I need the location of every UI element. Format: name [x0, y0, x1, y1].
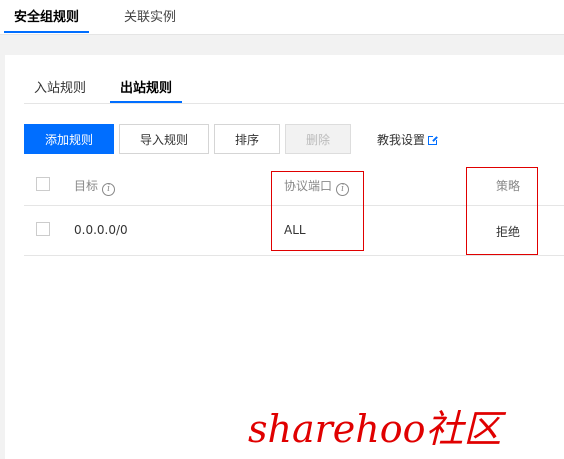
- tab-inbound-rules[interactable]: 入站规则: [34, 77, 86, 96]
- delete-button: 删除: [285, 124, 351, 154]
- rule-direction-tabs: 入站规则 出站规则: [24, 55, 564, 104]
- import-rules-button[interactable]: 导入规则: [119, 124, 209, 154]
- tab-outbound-rules[interactable]: 出站规则: [109, 77, 183, 103]
- select-all-checkbox[interactable]: [36, 177, 50, 191]
- column-header-target: 目标 i: [74, 177, 116, 196]
- tab-associated-instances[interactable]: 关联实例: [124, 0, 176, 33]
- help-setup-label: 教我设置: [377, 133, 426, 147]
- sort-button[interactable]: 排序: [214, 124, 280, 154]
- highlight-box-policy: [466, 167, 538, 255]
- row-checkbox[interactable]: [36, 222, 50, 236]
- watermark: sharehoo社区: [248, 407, 502, 451]
- help-setup-link[interactable]: 教我设置: [377, 131, 439, 148]
- add-rule-button[interactable]: 添加规则: [24, 124, 114, 154]
- tab-security-group-rules[interactable]: 安全组规则: [3, 0, 90, 33]
- column-header-target-label: 目标: [74, 179, 99, 193]
- cell-target: 0.0.0.0/0: [74, 223, 128, 237]
- external-link-icon: [428, 135, 439, 145]
- info-icon[interactable]: i: [102, 183, 116, 196]
- top-tab-bar: 安全组规则 关联实例: [0, 0, 564, 35]
- highlight-box-port: [271, 171, 364, 251]
